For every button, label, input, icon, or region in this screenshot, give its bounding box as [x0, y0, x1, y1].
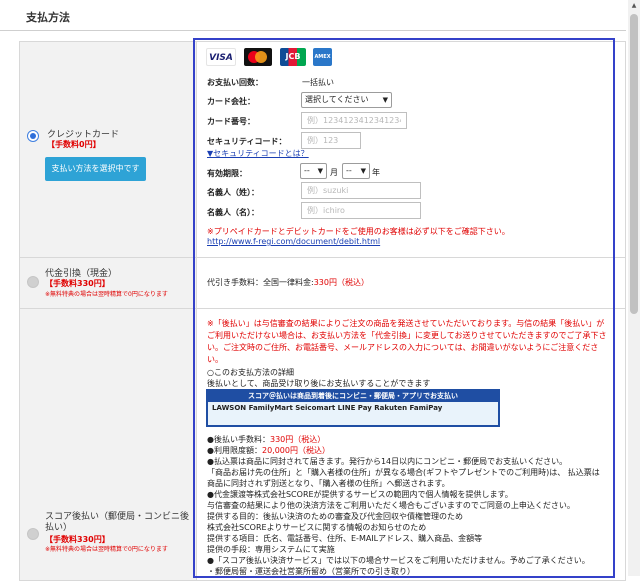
jcb-logo: JCB — [280, 48, 306, 66]
section-title: 支払方法 — [26, 11, 70, 24]
atobarai-info-line: ●払込票は商品に同封されて届きます。発行から14日以内にコンビニ・郵便局でお支払… — [207, 457, 568, 466]
card-company-select[interactable]: 選択してください ▼ — [301, 92, 392, 108]
checkout-page: 支払方法 クレジットカード 【手数料0円】 支払い方法を選択中です 代金引換（現… — [0, 0, 640, 581]
year-unit: 年 — [372, 168, 380, 177]
atobarai-option-label: スコア後払い（郵便局・コンビニ後払い） — [45, 512, 190, 533]
selected-method-button[interactable]: 支払い方法を選択中です — [45, 157, 146, 181]
payment-store-logos: LAWSON FamilyMart Seicomart LINE Pay Rak… — [212, 404, 443, 412]
section-header: 支払方法 — [0, 0, 626, 31]
expiry-label: 有効期限： — [207, 169, 247, 178]
chevron-down-icon: ▼ — [317, 167, 323, 175]
atobarai-info-line: 商品に同封されず別送となり、「購入者様の住所」へ郵送されます。 — [207, 479, 450, 488]
last-name-input[interactable] — [301, 182, 421, 199]
month-unit: 月 — [330, 168, 338, 177]
visa-logo: VISA — [206, 48, 236, 66]
scroll-up-icon[interactable]: ▲ — [628, 0, 640, 12]
cod-radio[interactable] — [27, 276, 39, 288]
card-company-label: カード会社： — [207, 97, 255, 106]
debit-info-link[interactable]: http://www.f-regi.com/document/debit.htm… — [207, 237, 380, 246]
card-number-label: カード番号： — [207, 117, 255, 126]
atobarai-info-line: 提供する目的：後払い決済のための審査及び代金回収や債権管理のため — [207, 512, 463, 521]
atobarai-info-line: 提供の手段：専用システムにて実施 — [207, 545, 335, 554]
chevron-down-icon: ▼ — [360, 167, 366, 175]
atobarai-info-line: 株式会社SCOREよりサービスに関する情報のお知らせのため — [207, 523, 427, 532]
atobarai-info-line: 提供する項目：氏名、電話番号、住所、E-MAILアドレス、購入商品、金額等 — [207, 534, 483, 543]
cod-fee-info: 代引き手数料：全国一律料金:330円（税込） — [207, 278, 369, 287]
atobarai-detail-title: ○このお支払方法の詳細 — [207, 368, 294, 377]
mastercard-logo — [244, 48, 272, 66]
atobarai-info-line: 「商品お届け先の住所」と「購入者様の住所」が異なる場合(ギフトやプレゼントでのご… — [207, 468, 600, 477]
score-atobarai-banner: スコア＠払いは商品到着後にコンビニ・郵便局・アプリでお支払い LAWSON Fa… — [206, 389, 500, 427]
card-number-input[interactable] — [301, 112, 407, 129]
atobarai-info-line: ・郵便局留・運送会社営業所留め（営業所での引き取り） — [207, 567, 415, 576]
installment-value: 一括払い — [302, 78, 334, 87]
atobarai-info-line: ●「スコア後払い決済サービス」では以下の場合サービスをご利用いただけません。予め… — [207, 556, 590, 565]
page-scrollbar[interactable]: ▲ — [628, 0, 640, 576]
chevron-down-icon: ▼ — [382, 96, 388, 104]
expiry-year-select[interactable]: -- ▼ — [342, 163, 370, 179]
security-code-input[interactable] — [301, 132, 361, 149]
row-divider — [20, 257, 625, 258]
expiry-month-select[interactable]: -- ▼ — [300, 163, 327, 179]
atobarai-note: ※無料特典の場合は翌時精算で0円になります — [45, 546, 168, 553]
banner-title: スコア＠払いは商品到着後にコンビニ・郵便局・アプリでお支払い — [208, 391, 498, 402]
atobarai-limit-line: ●利用限度額：20,000円（税込） — [207, 446, 330, 455]
security-code-label: セキュリティコード： — [207, 137, 287, 146]
row-divider — [20, 308, 625, 309]
scroll-thumb[interactable] — [630, 14, 638, 314]
atobarai-fee-line: ●後払い手数料：330円（税込） — [207, 435, 326, 444]
cod-note: ※無料特典の場合は翌時精算で0円になります — [45, 291, 168, 298]
atobarai-radio[interactable] — [27, 528, 39, 540]
credit-card-fee: 【手数料0円】 — [47, 140, 101, 149]
atobarai-warning: ※「後払い」は与信審査の結果によりご注文の商品を発送させていただいております。与… — [207, 319, 607, 364]
security-code-help-link[interactable]: ▼セキュリティコードとは？ — [207, 148, 309, 159]
cod-fee: 【手数料330円】 — [45, 279, 110, 288]
amex-logo: AMEX — [313, 48, 332, 66]
first-name-label: 名義人（名）： — [207, 208, 259, 217]
credit-card-radio[interactable] — [27, 130, 39, 142]
payment-options-column — [20, 42, 197, 580]
installment-label: お支払い回数： — [207, 78, 263, 87]
atobarai-info-line: ●代金譲渡等株式会社SCOREが提供するサービスの範囲内で個人情報を提供します。 — [207, 490, 513, 499]
last-name-label: 名義人（姓）： — [207, 188, 259, 197]
atobarai-detail-desc: 後払いとして、商品受け取り後にお支払いすることができます — [207, 379, 431, 388]
first-name-input[interactable] — [301, 202, 421, 219]
atobarai-info-line: 与信審査の結果により他の決済方法をご利用いただく場合もございますのでご同意の上申… — [207, 501, 575, 510]
